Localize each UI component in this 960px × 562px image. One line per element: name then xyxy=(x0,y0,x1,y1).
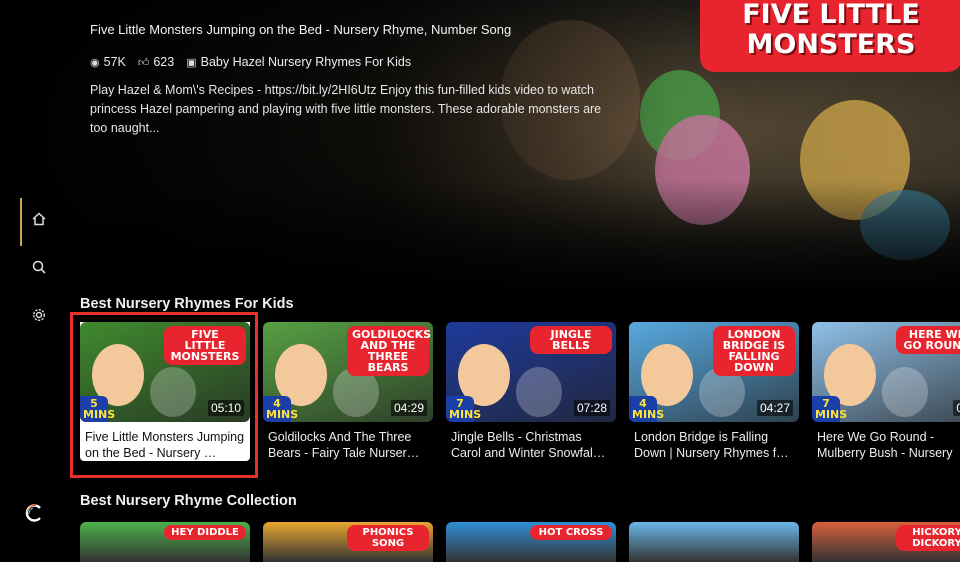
video-card-title: Here We Go Round - Mulberry Bush - Nurse… xyxy=(817,430,953,460)
video-card[interactable]: FIVE LITTLE MONSTERS 5 MINS 05:10 Five Litt… xyxy=(80,322,250,461)
thumbnail-title-tag: HERE WE GO ROUND xyxy=(896,326,960,354)
video-card[interactable]: LONDON BRIDGE IS FALLING DOWN 4 MINS 04:27… xyxy=(629,322,799,461)
thumbnail-title-tag: HOT CROSS xyxy=(530,525,612,540)
video-thumbnail: LONDON BRIDGE IS FALLING DOWN 4 MINS 04:27 xyxy=(629,322,799,422)
thumbnail-title-tag: GOLDILOCKS AND THE THREE BEARS xyxy=(347,326,431,376)
sidebar xyxy=(0,0,60,540)
duration-badge: 07: xyxy=(953,400,960,416)
minutes-badge: 7 MINS xyxy=(812,396,847,422)
video-card-title: London Bridge is Falling Down | Nursery … xyxy=(634,430,789,460)
hero-logo-text: FIVE LITTLE MONSTERS xyxy=(742,0,920,60)
duration-badge: 04:29 xyxy=(390,400,427,416)
video-card-body: LONDON BRIDGE IS FALLING DOWN 4 MINS 04:27… xyxy=(629,322,799,461)
thumbnail-title-tag: JINGLE BELLS xyxy=(530,326,612,354)
video-card[interactable]: HICKORY DICKORY xyxy=(812,522,960,562)
thumbnail-character xyxy=(150,367,196,417)
thumbnail-title-tag: HEY DIDDLE xyxy=(164,525,246,540)
hero-title: Five Little Monsters Jumping on the Bed … xyxy=(90,22,512,37)
channel-stat: ▣ Baby Hazel Nursery Rhymes For Kids xyxy=(186,55,411,69)
eye-icon: ◉ xyxy=(90,56,100,69)
channel-name: Baby Hazel Nursery Rhymes For Kids xyxy=(200,55,412,69)
row-title-nursery-collection: Best Nursery Rhyme Collection xyxy=(80,493,297,509)
thumbnail-title-tag: HICKORY DICKORY xyxy=(896,525,960,551)
video-card-body: GOLDILOCKS AND THE THREE BEARS 4 MINS 04:2… xyxy=(263,322,433,461)
video-card[interactable]: GOLDILOCKS AND THE THREE BEARS 4 MINS 04:2… xyxy=(263,322,433,461)
channel-icon: ▣ xyxy=(186,56,197,69)
thumbnail-title-tag: LONDON BRIDGE IS FALLING DOWN xyxy=(713,326,795,376)
brand-logo-icon xyxy=(24,502,46,524)
video-card[interactable]: HERE WE GO ROUND 7 MINS 07: Here We Go Roun… xyxy=(812,322,960,461)
video-card-body: JINGLE BELLS 7 MINS 07:28 Jingle Bells - Ch… xyxy=(446,322,616,461)
duration-badge: 07:28 xyxy=(573,400,610,416)
hero-description: Play Hazel & Mom\'s Recipes - https://bi… xyxy=(90,83,602,135)
sidebar-active-indicator xyxy=(20,198,22,246)
minutes-badge: 7 MINS xyxy=(446,396,481,422)
video-card-title: Five Little Monsters Jumping on the Bed … xyxy=(85,430,245,460)
thumbnail-title-tag: PHONICS SONG xyxy=(347,525,429,551)
views-stat: ◉ 57K xyxy=(90,55,126,69)
video-card[interactable]: HOT CROSS xyxy=(446,522,616,562)
video-card-body: FIVE LITTLE MONSTERS 5 MINS 05:10 Five Litt… xyxy=(80,322,250,461)
likes-count: 623 xyxy=(153,55,175,69)
video-card-body: HERE WE GO ROUND 7 MINS 07: Here We Go Roun… xyxy=(812,322,960,461)
video-thumbnail: JINGLE BELLS 7 MINS 07:28 xyxy=(446,322,616,422)
video-thumbnail: GOLDILOCKS AND THE THREE BEARS 4 MINS 04:2… xyxy=(263,322,433,422)
duration-badge: 04:27 xyxy=(756,400,793,416)
video-card[interactable]: PHONICS SONG xyxy=(263,522,433,562)
video-card-title: Goldilocks And The Three Bears - Fairy T… xyxy=(268,430,420,460)
likes-stat: 👍︎ 623 xyxy=(138,55,174,69)
video-thumbnail: HERE WE GO ROUND 7 MINS 07: xyxy=(812,322,960,422)
video-card[interactable] xyxy=(629,522,799,562)
video-card-title: Jingle Bells - Christmas Carol and Winte… xyxy=(451,430,606,460)
duration-badge: 05:10 xyxy=(207,400,244,416)
hero-gradient-bottom xyxy=(0,180,960,300)
thumbnail-title-tag: FIVE LITTLE MONSTERS xyxy=(164,326,246,365)
minutes-badge: 5 MINS xyxy=(80,396,115,422)
search-icon[interactable] xyxy=(28,259,50,281)
video-card[interactable]: HEY DIDDLE xyxy=(80,522,250,562)
minutes-badge: 4 MINS xyxy=(629,396,664,422)
views-count: 57K xyxy=(103,55,126,69)
minutes-badge: 4 MINS xyxy=(263,396,298,422)
thumbnail-character xyxy=(516,367,562,417)
thumbs-up-icon: 👍︎ xyxy=(137,56,150,69)
video-thumbnail: FIVE LITTLE MONSTERS 5 MINS 05:10 xyxy=(80,322,250,422)
hero-meta: ◉ 57K 👍︎ 623 ▣ Baby Hazel Nursery Rhymes… xyxy=(90,55,423,69)
home-icon[interactable] xyxy=(28,211,50,233)
gear-icon[interactable] xyxy=(28,307,50,329)
thumbnail-character xyxy=(882,367,928,417)
row-title-best-nursery-rhymes: Best Nursery Rhymes For Kids xyxy=(80,296,294,312)
video-card[interactable]: JINGLE BELLS 7 MINS 07:28 Jingle Bells - Ch… xyxy=(446,322,616,461)
